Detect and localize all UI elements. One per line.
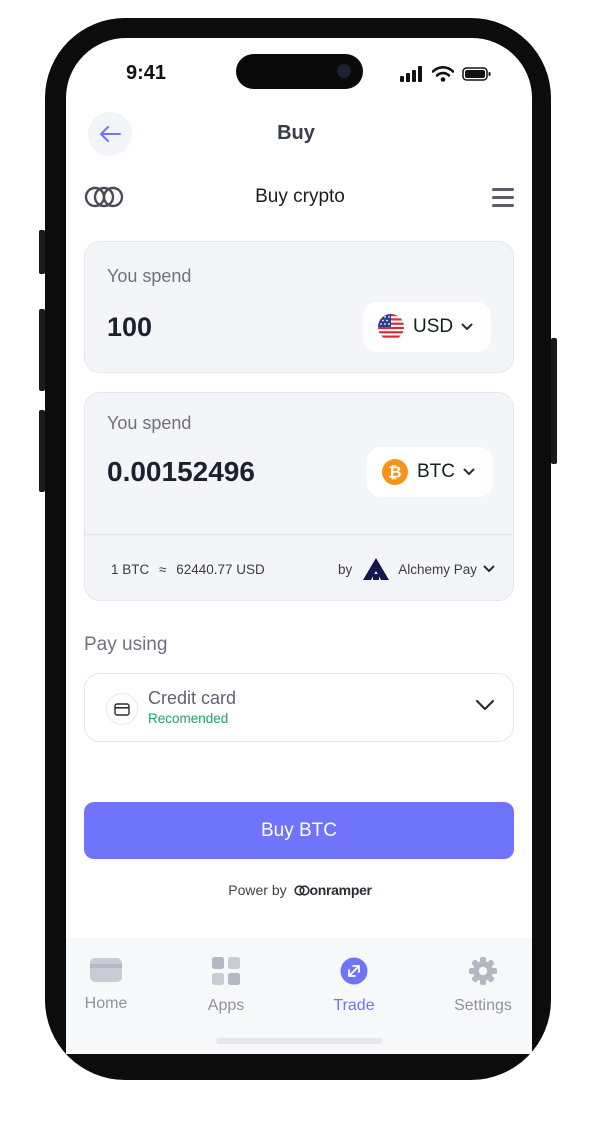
home-indicator (216, 1038, 382, 1044)
camera-icon (337, 64, 351, 78)
payment-method-selector[interactable]: Credit card Recomended (84, 673, 514, 742)
powered-by: Power by onramper (0, 882, 592, 898)
tab-home[interactable]: Home (61, 956, 151, 1013)
gear-icon (469, 957, 497, 985)
pay-using-label: Pay using (84, 634, 168, 655)
buy-button[interactable]: Buy BTC (84, 802, 514, 859)
recommended-badge: Recomended (148, 711, 229, 726)
receive-amount: 0.00152496 (107, 456, 255, 487)
spend-amount-input[interactable]: 100 (107, 312, 152, 343)
chevron-down-icon (463, 468, 475, 475)
spend-card: You spend 100 USD (84, 241, 514, 373)
exchange-rate: 1 BTC ≈ 62440.77 USD (111, 562, 265, 577)
tab-trade[interactable]: Trade (309, 956, 399, 1015)
svg-text:₿: ₿ (388, 463, 401, 482)
tab-home-label: Home (84, 995, 128, 1012)
chevron-down-icon (483, 565, 495, 572)
credit-card-icon (106, 693, 138, 725)
provider-prefix: by (337, 561, 353, 577)
status-icons (400, 64, 492, 84)
payment-method-name: Credit card (148, 688, 237, 708)
signal-icon (400, 66, 422, 82)
side-button-power (551, 338, 557, 464)
wifi-icon (432, 66, 454, 82)
chevron-down-icon (475, 699, 495, 711)
grid-icon (212, 957, 240, 985)
side-button-volume-down (39, 410, 45, 492)
rate-left: 1 BTC (111, 562, 150, 577)
chevron-down-icon (461, 323, 473, 330)
provider-selector[interactable]: by Alchemy Pay (338, 557, 495, 581)
card-icon (90, 958, 122, 982)
card-divider (85, 534, 513, 535)
spend-currency-selector[interactable]: USD (363, 302, 491, 352)
rate-approx-symbol: ≈ (159, 562, 167, 577)
side-button-volume-up (39, 309, 45, 391)
page-title: Buy (277, 122, 315, 144)
bitcoin-icon: ₿ (382, 459, 408, 485)
menu-icon[interactable] (492, 188, 514, 212)
battery-icon (462, 67, 491, 81)
onramper-mark-icon (293, 885, 310, 896)
powered-by-brand: onramper (309, 882, 372, 898)
spend-label: You spend (107, 266, 192, 286)
receive-card: You spend 0.00152496 ₿ BTC 1 BTC ≈ 62440… (84, 392, 514, 601)
tab-settings-label: Settings (454, 997, 512, 1014)
alchemy-pay-logo-icon (363, 558, 390, 580)
tab-settings[interactable]: Settings (438, 956, 528, 1015)
rate-right: 62440.77 USD (176, 562, 265, 577)
trade-icon (340, 957, 368, 985)
spend-currency-code: USD (413, 316, 454, 337)
provider-name: Alchemy Pay (398, 561, 477, 577)
powered-by-prefix: Power by (228, 882, 287, 898)
tab-trade-label: Trade (333, 997, 375, 1014)
receive-label: You spend (107, 413, 192, 433)
tab-apps[interactable]: Apps (181, 956, 271, 1015)
receive-currency-code: BTC (417, 461, 455, 482)
tab-apps-label: Apps (207, 997, 245, 1014)
us-flag-icon (378, 314, 404, 340)
receive-currency-selector[interactable]: ₿ BTC (367, 447, 493, 497)
side-button-action (39, 230, 45, 274)
status-time: 9:41 (126, 62, 167, 84)
